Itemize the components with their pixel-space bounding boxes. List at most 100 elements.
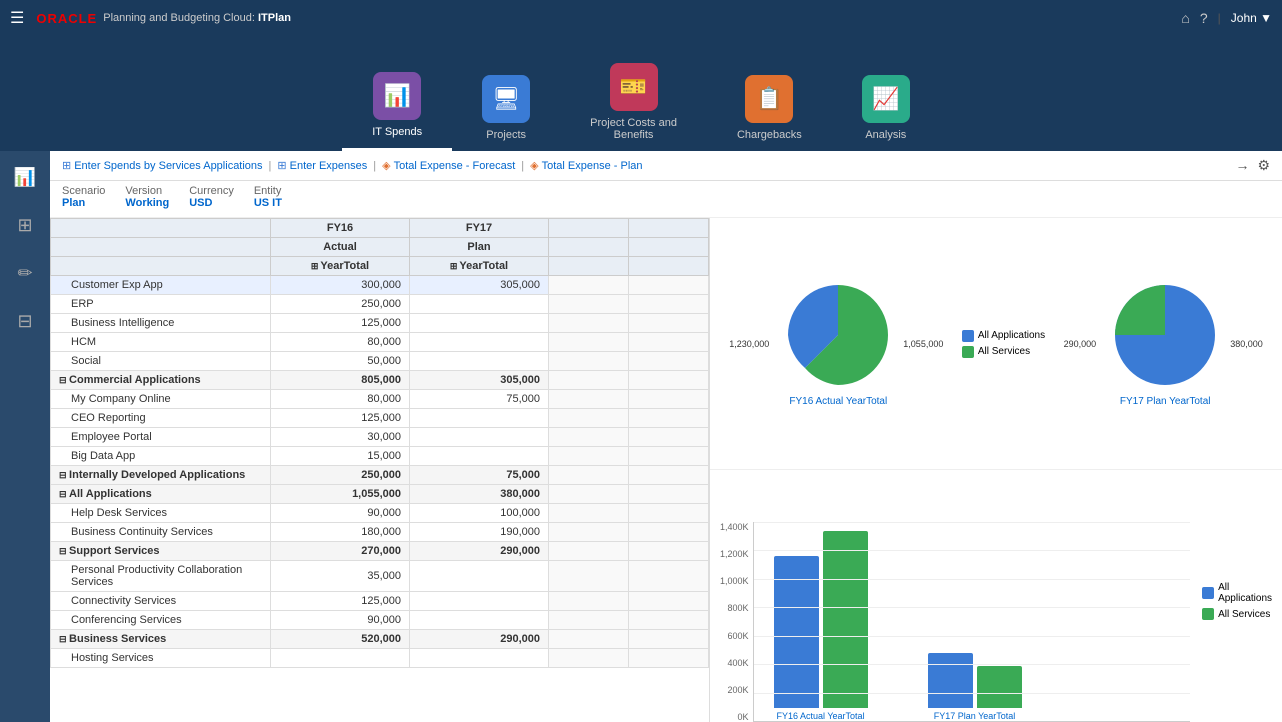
scenario-value[interactable]: Plan <box>62 197 85 209</box>
cell-fy16[interactable]: 80,000 <box>271 390 410 409</box>
cell-fy16[interactable]: 90,000 <box>271 611 410 630</box>
row-label[interactable]: Business Intelligence <box>51 314 271 333</box>
cell-fy17[interactable] <box>410 428 549 447</box>
cell-empty2 <box>629 592 709 611</box>
version-value[interactable]: Working <box>125 197 169 209</box>
settings-icon[interactable]: ⚙ <box>1257 157 1270 174</box>
link-total-plan[interactable]: ◈ Total Expense - Plan <box>530 159 642 172</box>
cell-fy16[interactable]: 80,000 <box>271 333 410 352</box>
cell-fy17[interactable] <box>410 409 549 428</box>
pie1-right-annotation: 1,055,000 <box>903 339 943 349</box>
row-label[interactable]: Help Desk Services <box>51 504 271 523</box>
row-label[interactable]: Social <box>51 352 271 371</box>
cell-fy16[interactable]: 180,000 <box>271 523 410 542</box>
cell-fy17[interactable] <box>410 314 549 333</box>
nav-item-project-costs[interactable]: 🎫 Project Costs and Benefits <box>560 55 707 151</box>
cell-fy16[interactable]: 50,000 <box>271 352 410 371</box>
cell-empty1 <box>549 352 629 371</box>
cell-fy16[interactable]: 1,055,000 <box>271 485 410 504</box>
charts-top: 1,230,000 FY16 Actual YearTotal <box>710 218 1282 470</box>
user-menu[interactable]: John ▼ <box>1231 11 1272 25</box>
sidebar-icon-chart[interactable]: 📊 <box>8 161 42 194</box>
row-label[interactable]: ⊟ Business Services <box>51 630 271 649</box>
cell-fy17[interactable] <box>410 592 549 611</box>
cell-fy17[interactable] <box>410 611 549 630</box>
cell-fy16[interactable]: 125,000 <box>271 409 410 428</box>
cell-fy16[interactable]: 125,000 <box>271 314 410 333</box>
cell-fy16[interactable]: 250,000 <box>271 466 410 485</box>
bar-group-fy17-label[interactable]: FY17 Plan YearTotal <box>934 711 1016 721</box>
y-label-400: 400K <box>720 658 749 668</box>
cell-empty1 <box>549 611 629 630</box>
cell-fy17[interactable]: 75,000 <box>410 466 549 485</box>
collapse-icon[interactable]: ⊟ <box>59 375 69 385</box>
link-total-forecast[interactable]: ◈ Total Expense - Forecast <box>382 159 515 172</box>
nav-item-projects[interactable]: 🖥 Projects <box>452 67 560 151</box>
row-label[interactable]: Customer Exp App <box>51 276 271 295</box>
hamburger-icon[interactable]: ☰ <box>10 8 24 28</box>
cell-fy17[interactable]: 290,000 <box>410 630 549 649</box>
help-icon[interactable]: ? <box>1200 10 1208 26</box>
cell-fy17[interactable] <box>410 295 549 314</box>
cell-fy17[interactable]: 290,000 <box>410 542 549 561</box>
collapse-icon[interactable]: ⊟ <box>59 546 69 556</box>
cell-fy17[interactable] <box>410 333 549 352</box>
cell-fy17[interactable]: 305,000 <box>410 371 549 390</box>
collapse-icon[interactable]: ⊟ <box>59 489 69 499</box>
row-label[interactable]: Hosting Services <box>51 649 271 668</box>
row-label[interactable]: My Company Online <box>51 390 271 409</box>
nav-item-chargebacks[interactable]: 📋 Chargebacks <box>707 67 832 151</box>
cell-fy16[interactable]: 805,000 <box>271 371 410 390</box>
link-enter-spends[interactable]: ⊞ Enter Spends by Services Applications <box>62 159 263 172</box>
cell-fy17[interactable]: 100,000 <box>410 504 549 523</box>
action-arrow-icon[interactable]: → <box>1235 157 1249 174</box>
cell-fy16[interactable]: 250,000 <box>271 295 410 314</box>
cell-fy16[interactable]: 520,000 <box>271 630 410 649</box>
row-label[interactable]: Business Continuity Services <box>51 523 271 542</box>
cell-fy16[interactable]: 300,000 <box>271 276 410 295</box>
row-label[interactable]: ERP <box>51 295 271 314</box>
row-label[interactable]: Conferencing Services <box>51 611 271 630</box>
pie1-label[interactable]: FY16 Actual YearTotal <box>789 396 887 407</box>
row-label[interactable]: CEO Reporting <box>51 409 271 428</box>
bar-group-fy16-label[interactable]: FY16 Actual YearTotal <box>777 711 865 721</box>
nav-item-it-spends[interactable]: 📊 IT Spends <box>342 64 452 151</box>
collapse-icon[interactable]: ⊟ <box>59 470 69 480</box>
row-label[interactable]: Big Data App <box>51 447 271 466</box>
cell-fy17[interactable]: 190,000 <box>410 523 549 542</box>
row-label[interactable]: ⊟ Support Services <box>51 542 271 561</box>
cell-fy16[interactable]: 15,000 <box>271 447 410 466</box>
cell-fy16[interactable]: 125,000 <box>271 592 410 611</box>
enter-spends-icon: ⊞ <box>62 159 71 172</box>
cell-fy16[interactable]: 35,000 <box>271 561 410 592</box>
home-icon[interactable]: ⌂ <box>1181 10 1189 26</box>
cell-fy17[interactable] <box>410 447 549 466</box>
row-label[interactable]: ⊟ All Applications <box>51 485 271 504</box>
cell-fy17[interactable]: 305,000 <box>410 276 549 295</box>
cell-fy16[interactable]: 270,000 <box>271 542 410 561</box>
entity-value[interactable]: US IT <box>254 197 282 209</box>
sidebar-icon-pen[interactable]: ✏ <box>11 257 38 290</box>
bar-group-fy16: FY16 Actual YearTotal <box>774 531 868 721</box>
cell-fy17[interactable] <box>410 561 549 592</box>
cell-fy17[interactable] <box>410 649 549 668</box>
cell-fy16[interactable] <box>271 649 410 668</box>
row-label[interactable]: ⊟ Commercial Applications <box>51 371 271 390</box>
link-enter-expenses[interactable]: ⊞ Enter Expenses <box>277 159 367 172</box>
collapse-icon[interactable]: ⊟ <box>59 634 69 644</box>
row-label[interactable]: Personal Productivity Collaboration Serv… <box>51 561 271 592</box>
pie2-label[interactable]: FY17 Plan YearTotal <box>1120 396 1211 407</box>
cell-fy17[interactable]: 380,000 <box>410 485 549 504</box>
cell-fy16[interactable]: 30,000 <box>271 428 410 447</box>
sidebar-icon-grid[interactable]: ⊟ <box>11 305 38 338</box>
row-label[interactable]: HCM <box>51 333 271 352</box>
row-label[interactable]: Connectivity Services <box>51 592 271 611</box>
nav-item-analysis[interactable]: 📈 Analysis <box>832 67 940 151</box>
row-label[interactable]: Employee Portal <box>51 428 271 447</box>
cell-fy16[interactable]: 90,000 <box>271 504 410 523</box>
cell-fy17[interactable] <box>410 352 549 371</box>
sidebar-icon-table[interactable]: ⊞ <box>11 209 38 242</box>
row-label[interactable]: ⊟ Internally Developed Applications <box>51 466 271 485</box>
currency-value[interactable]: USD <box>189 197 212 209</box>
cell-fy17[interactable]: 75,000 <box>410 390 549 409</box>
